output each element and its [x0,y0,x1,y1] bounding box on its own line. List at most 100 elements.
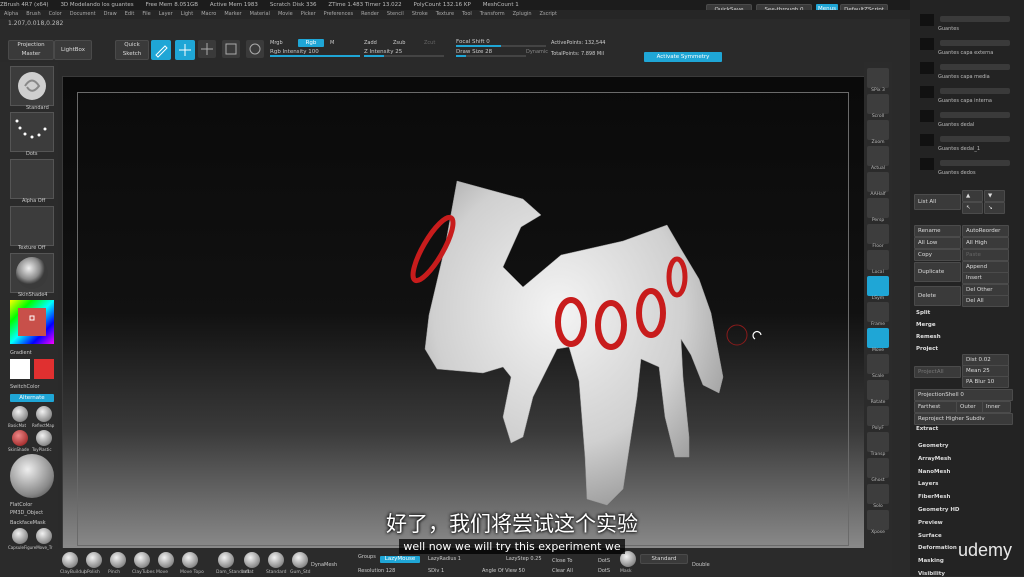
lightbox-button[interactable]: LightBox [54,40,92,60]
menu-item[interactable]: Draw [104,10,117,19]
copy-button[interactable]: Copy [914,249,961,261]
menu-item[interactable]: Movie [278,10,293,19]
subpalette-visibility[interactable]: Visibility [918,571,945,577]
subtool-toggles[interactable] [940,136,1010,142]
menu-item[interactable]: Stroke [412,10,428,19]
menu-item[interactable]: Texture [436,10,454,19]
canvas-viewport[interactable] [62,76,866,550]
rgb-button[interactable]: Rgb [298,39,324,47]
tool-button-aahalf[interactable] [867,172,889,192]
menu-item[interactable]: Brush [26,10,40,19]
tool-button-move[interactable] [867,328,889,348]
brush-pinch-icon[interactable] [110,552,126,568]
edit-mode-button[interactable] [151,40,171,60]
zsub-button[interactable]: Zsub [393,40,405,46]
menu-item[interactable]: Zscript [540,10,557,19]
brush-inflat-icon[interactable] [244,552,260,568]
subtool-item[interactable]: Guantes dedos [918,158,1018,180]
arrow-bottom-button[interactable]: ↘ [984,202,1005,214]
scale-mode-button[interactable] [222,40,240,58]
tool-button-rotate[interactable] [867,380,889,400]
tool-button-ghost[interactable] [867,458,889,478]
paste-button[interactable]: Paste [962,249,1009,261]
subtool-item[interactable]: Guantes [918,14,1018,36]
lazyradius-slider[interactable]: LazyRadius 1 [428,556,461,562]
extract-section[interactable]: Extract [916,426,938,432]
dynamesh-button[interactable]: DynaMesh [311,562,337,568]
del-all-button[interactable]: Del All [962,295,1009,307]
subtool-item[interactable]: Guantes dedal [918,110,1018,132]
menu-item[interactable]: Layer [159,10,173,19]
list-all-button[interactable]: List All [914,194,961,210]
color-picker[interactable] [10,300,54,344]
move-mode-button[interactable] [198,40,216,58]
brush-hpolish-icon[interactable] [86,552,102,568]
standard-brush-button[interactable]: Standard [640,554,688,564]
menu-item[interactable]: Color [49,10,62,19]
lazystep-slider[interactable]: LazyStep 0.25 [506,556,542,562]
subtool-item[interactable]: Guantes dedal_1 [918,134,1018,156]
projection-shell-slider[interactable]: ProjectionShell 0 [914,389,1013,401]
flat-color-sphere[interactable] [10,454,54,498]
menu-item[interactable]: Document [70,10,96,19]
material-thumbnail[interactable] [10,253,54,293]
split-section[interactable]: Split [916,310,930,316]
brush-move-icon[interactable] [158,552,174,568]
angle-of-view-slider[interactable]: Angle Of View 50 [482,568,525,574]
zadd-button[interactable]: Zadd [364,40,377,46]
brush-dam-standard-icon[interactable] [218,552,234,568]
quick-sketch-button[interactable]: Quick Sketch [115,40,149,60]
subtool-toggles[interactable] [940,16,1010,22]
tool-button-floor[interactable] [867,224,889,244]
subpalette-nanomesh[interactable]: NanoMesh [918,469,950,475]
delete-button[interactable]: Delete [914,286,961,306]
subtool-list[interactable]: Guantes Guantes capa externa Guantes capa … [918,14,1018,194]
insert-button[interactable]: Insert [962,272,1009,284]
rotate-mode-button[interactable] [246,40,264,58]
tool-button-spix-3[interactable] [867,68,889,88]
skin-shade-icon[interactable] [12,430,28,446]
tool-button-transp[interactable] [867,432,889,452]
arrow-top-button[interactable]: ↖ [962,202,983,214]
tool-button-zoom[interactable] [867,120,889,140]
subpalette-layers[interactable]: Layers [918,481,938,487]
texture-thumbnail[interactable] [10,206,54,246]
brush-claybuildup-icon[interactable] [62,552,78,568]
tool-button-lsym[interactable] [867,276,889,296]
tool-button-persp[interactable] [867,198,889,218]
tool-button-solo[interactable] [867,484,889,504]
tool-button-scale[interactable] [867,354,889,374]
dynamic-button[interactable]: Dynamic [526,49,548,55]
subtool-item[interactable]: Guantes capa externa [918,38,1018,60]
dots-stroke-button[interactable]: DotS [598,558,610,564]
tool-button-scroll[interactable] [867,94,889,114]
menu-item[interactable]: Light [181,10,193,19]
menu-item[interactable]: Zplugin [513,10,532,19]
subtool-toggles[interactable] [940,112,1010,118]
projection-master-button[interactable]: Projection Master [8,40,54,60]
menu-item[interactable]: Preferences [324,10,353,19]
merge-section[interactable]: Merge [916,322,936,328]
stroke-thumbnail[interactable] [10,112,54,152]
brush-move-topo-icon[interactable] [182,552,198,568]
subtool-item[interactable]: Guantes capa media [918,62,1018,84]
clear-all-button[interactable]: Clear All [552,568,573,574]
draw-size-slider[interactable]: Draw Size 28 [456,49,526,57]
subtool-item[interactable]: Guantes capa interna [918,86,1018,108]
brush-claytubes-icon[interactable] [134,552,150,568]
projectall-button[interactable]: ProjectAll [914,366,961,378]
project-section[interactable]: Project [916,346,938,352]
brush-standard-icon[interactable] [268,552,284,568]
subtool-toggles[interactable] [940,64,1010,70]
menu-item[interactable]: Tool [462,10,472,19]
menu-item[interactable]: Picker [301,10,316,19]
duplicate-button[interactable]: Duplicate [914,262,961,282]
tool-button-actual[interactable] [867,146,889,166]
outer-button[interactable]: Outer [956,401,985,413]
zcut-button[interactable]: Zcut [424,40,435,46]
alpha-thumbnail[interactable] [10,159,54,199]
remesh-section[interactable]: Remesh [916,334,941,340]
draw-mode-button[interactable] [175,40,195,60]
rgb-intensity-slider[interactable]: Rgb Intensity 100 [270,49,360,57]
subtool-toggles[interactable] [940,160,1010,166]
